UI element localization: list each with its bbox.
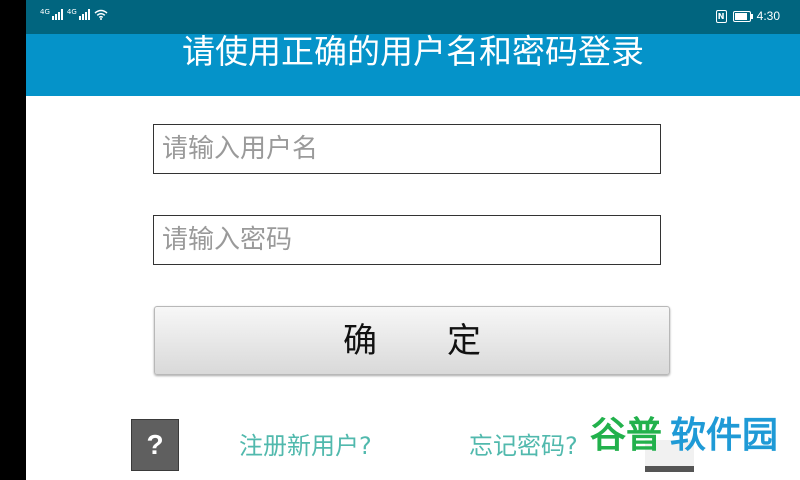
nfc-icon: N — [715, 9, 727, 23]
username-input[interactable] — [154, 125, 660, 173]
username-field[interactable] — [153, 124, 661, 174]
watermark-logo: 谷普 软件园 — [586, 408, 786, 466]
password-input[interactable] — [154, 216, 660, 264]
confirm-button[interactable]: 确定 — [154, 306, 670, 375]
signal-icon: 4G — [67, 9, 90, 20]
battery-icon — [732, 10, 753, 22]
register-link[interactable]: 注册新用户? — [239, 428, 372, 464]
password-field[interactable] — [153, 215, 661, 265]
network-type-label: 4G — [40, 8, 50, 16]
forgot-password-link[interactable]: 忘记密码? — [469, 428, 578, 464]
status-bar: 4G 4G N 4:30 — [26, 0, 800, 34]
watermark-text-blue: 软件园 — [670, 415, 779, 456]
title-bar: 请使用正确的用户名和密码登录 — [26, 34, 800, 96]
status-left-group: 4G 4G — [40, 9, 108, 20]
help-button[interactable]: ? — [131, 419, 179, 471]
watermark-text-green: 谷普 — [590, 415, 663, 456]
status-time: 4:30 — [756, 9, 780, 23]
wifi-icon — [94, 9, 108, 20]
signal-icon: 4G — [40, 9, 63, 20]
app-screen: 4G 4G N 4:30 请使用正确的用户名和密码登录 请输入用户名 确定 ? … — [26, 0, 800, 480]
battery-level — [734, 12, 747, 20]
page-title: 请使用正确的用户名和密码登录 — [182, 32, 644, 71]
status-right-group: N 4:30 — [715, 9, 780, 23]
network-type-label: 4G — [66, 8, 77, 16]
